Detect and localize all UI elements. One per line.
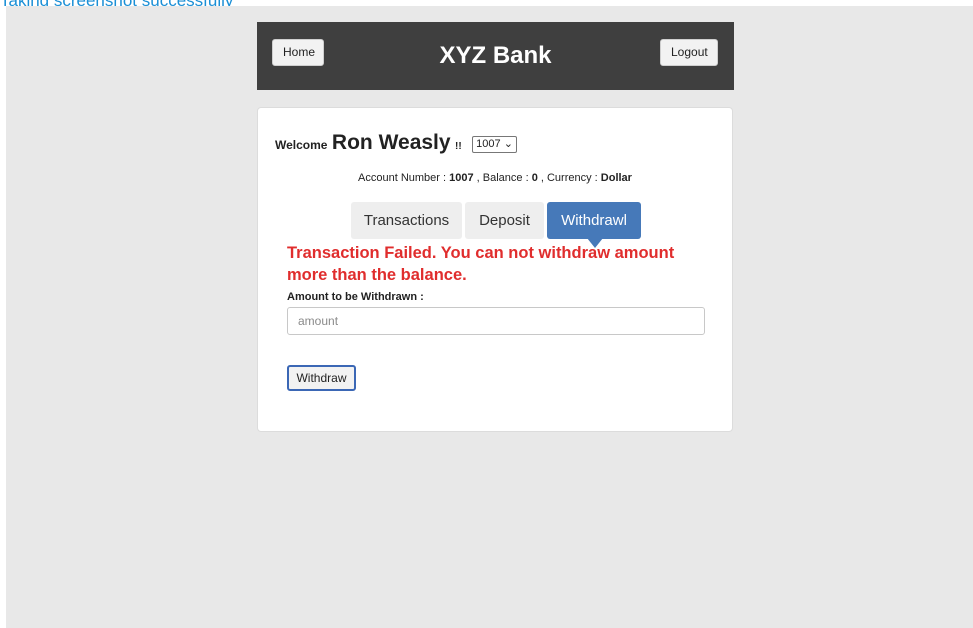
tab-withdrawl[interactable]: Withdrawl — [547, 202, 641, 239]
customer-name: Ron Weasly — [331, 131, 451, 154]
amount-label: Amount to be Withdrawn : — [287, 291, 424, 303]
amount-input[interactable] — [287, 307, 705, 335]
welcome-label: Welcome — [275, 138, 328, 152]
transaction-error-message: Transaction Failed. You can not withdraw… — [287, 244, 675, 284]
app-header: Home XYZ Bank Logout — [257, 22, 734, 90]
account-info-line: Account Number : 1007 , Balance : 0 , Cu… — [258, 172, 732, 184]
account-select[interactable]: 1007 ⌄ — [472, 136, 517, 153]
account-panel: Welcome Ron Weasly !! 1007 ⌄ Account Num… — [257, 107, 733, 432]
tab-deposit[interactable]: Deposit — [465, 202, 544, 239]
currency-value: Dollar — [600, 172, 632, 184]
currency-label: , Currency : — [537, 172, 601, 184]
account-number-value: 1007 — [449, 172, 474, 184]
welcome-suffix: !! — [455, 141, 462, 152]
welcome-row: Welcome Ron Weasly !! 1007 ⌄ — [275, 131, 517, 155]
logout-button[interactable]: Logout — [660, 39, 718, 66]
chevron-down-icon: ⌄ — [503, 138, 513, 150]
balance-label: , Balance : — [473, 172, 532, 184]
account-number-label: Account Number : — [358, 172, 450, 184]
account-select-value: 1007 — [476, 138, 501, 150]
withdraw-button[interactable]: Withdraw — [287, 365, 356, 391]
tab-transactions[interactable]: Transactions — [351, 202, 462, 239]
